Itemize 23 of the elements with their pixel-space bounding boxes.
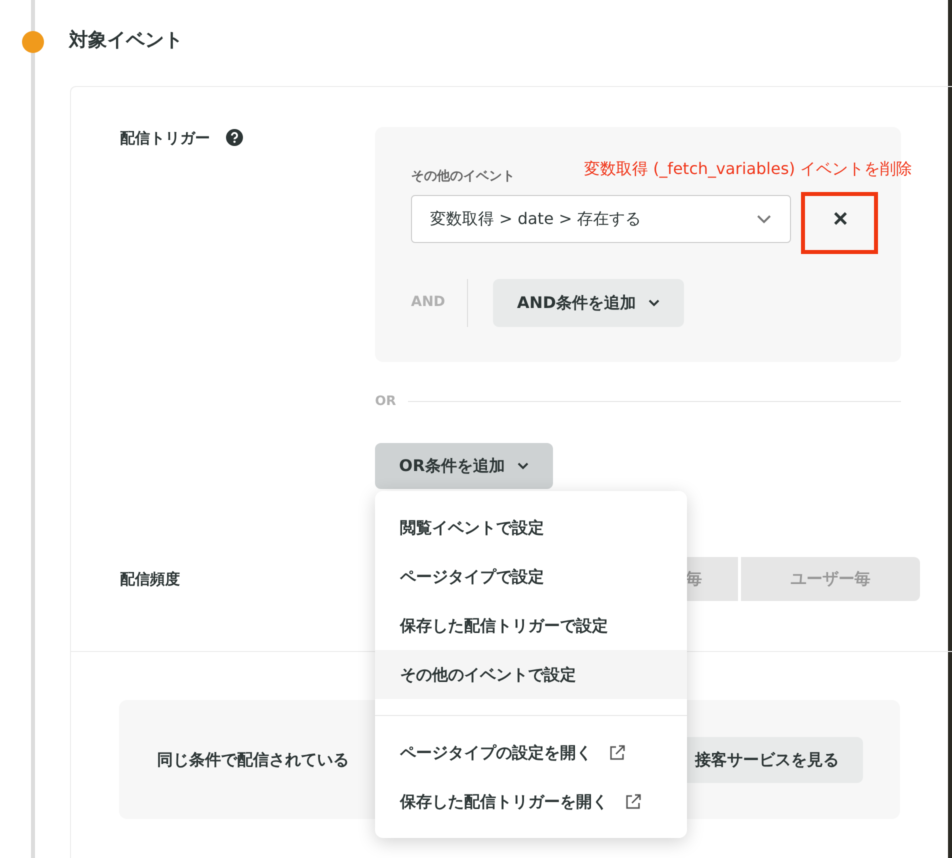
annotation-text: 変数取得 (_fetch_variables) イベントを削除 — [584, 158, 912, 180]
event-select[interactable]: 変数取得 > date > 存在する — [411, 194, 791, 242]
external-link-icon — [608, 744, 626, 762]
close-icon — [832, 211, 848, 226]
menu-item[interactable]: その他のイベントで設定 — [375, 650, 687, 699]
timeline-dot — [22, 31, 44, 53]
related-text: 同じ条件で配信されている — [157, 748, 349, 770]
section-title: 対象イベント — [69, 29, 183, 52]
caret-icon — [516, 462, 529, 470]
field-label: 配信トリガー — [120, 128, 210, 149]
help-icon[interactable] — [226, 129, 243, 146]
field-label: 配信頻度 — [120, 570, 180, 588]
add-or-button[interactable]: OR条件を追加 — [375, 443, 553, 489]
field-label: その他のイベント — [411, 168, 515, 186]
or-label: OR — [375, 392, 396, 410]
and-label: AND — [411, 293, 446, 312]
add-and-button[interactable]: AND条件を追加 — [493, 278, 684, 326]
menu-item[interactable]: 保存した配信トリガーで設定 — [375, 601, 687, 650]
external-link-icon — [624, 792, 642, 810]
menu-item[interactable]: ページタイプで設定 — [375, 552, 687, 601]
menu-item[interactable]: 閲覧イベントで設定 — [375, 503, 687, 552]
chevron-down-icon — [756, 214, 772, 224]
caret-icon — [648, 298, 660, 306]
